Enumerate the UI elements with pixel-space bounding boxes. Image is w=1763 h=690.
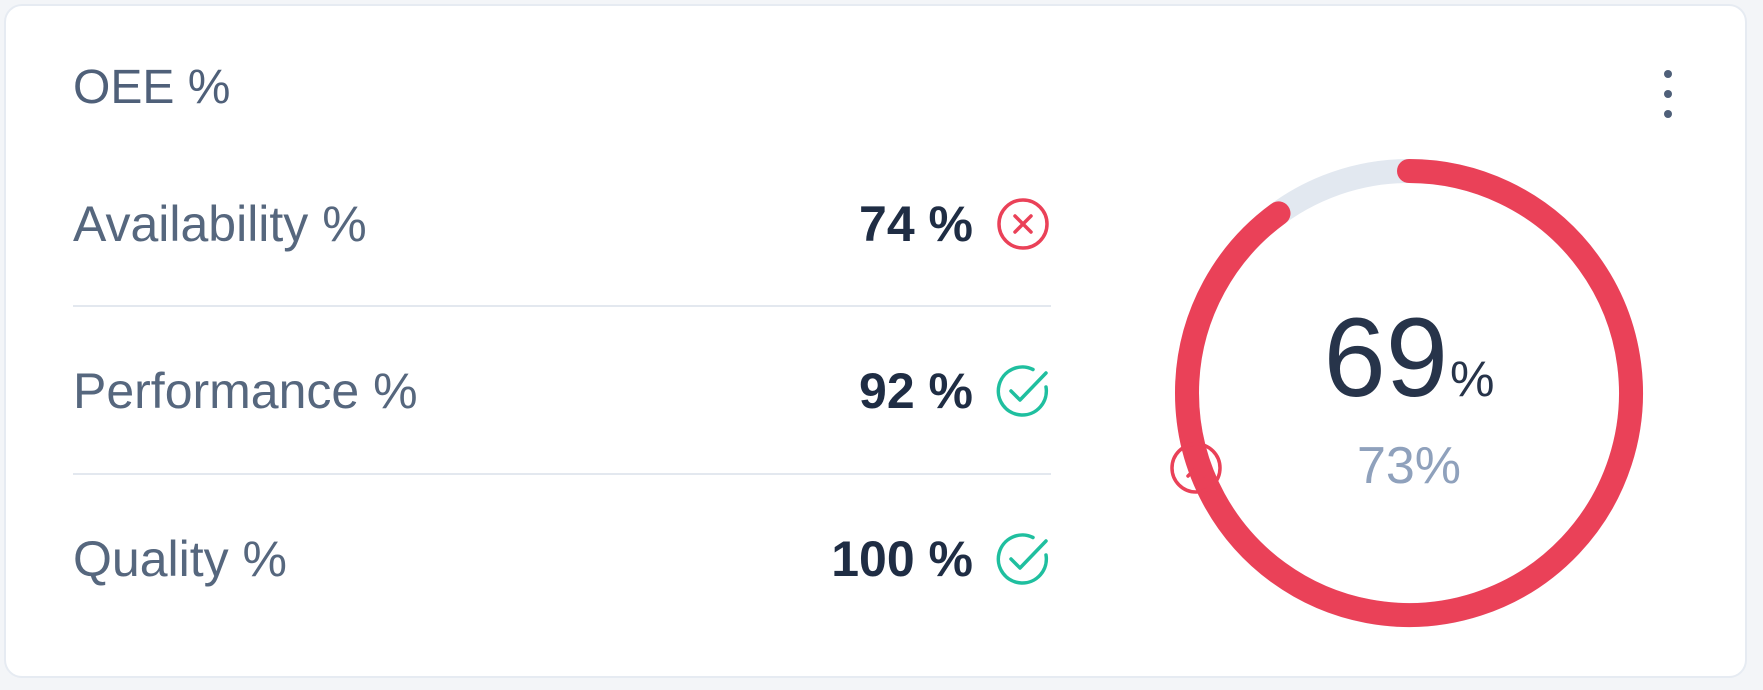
more-vertical-icon xyxy=(1664,110,1672,118)
gauge-target: 73% xyxy=(1168,437,1650,495)
gauge-value: 69% xyxy=(1168,302,1650,414)
metric-row-performance: Performance % 92 % xyxy=(73,307,1051,474)
more-vertical-icon xyxy=(1664,90,1672,98)
x-circle-icon xyxy=(1170,442,1222,494)
widget-title: OEE % xyxy=(73,61,231,114)
more-vertical-icon xyxy=(1664,70,1672,78)
more-options-button[interactable] xyxy=(1646,68,1690,128)
check-circle-icon xyxy=(996,532,1049,585)
metric-row-availability: Availability % 74 % xyxy=(73,140,1051,307)
x-circle-icon xyxy=(997,197,1049,250)
metric-label: Availability % xyxy=(73,195,367,252)
gauge-target-value: 73% xyxy=(1356,437,1462,495)
oee-widget-card: OEE % Availability % 74 % Performance % … xyxy=(4,4,1747,678)
metric-value: 92 % xyxy=(859,362,973,419)
check-circle-icon xyxy=(996,364,1049,417)
gauge-unit: % xyxy=(1450,351,1495,407)
metric-row-quality: Quality % 100 % xyxy=(73,475,1051,642)
gauge-number: 69 xyxy=(1323,295,1449,420)
metric-value: 100 % xyxy=(831,530,973,587)
metric-label: Quality % xyxy=(73,530,287,587)
oee-gauge: 69% 73% xyxy=(1168,152,1650,634)
metric-value: 74 % xyxy=(859,195,973,252)
metric-label: Performance % xyxy=(73,362,418,419)
